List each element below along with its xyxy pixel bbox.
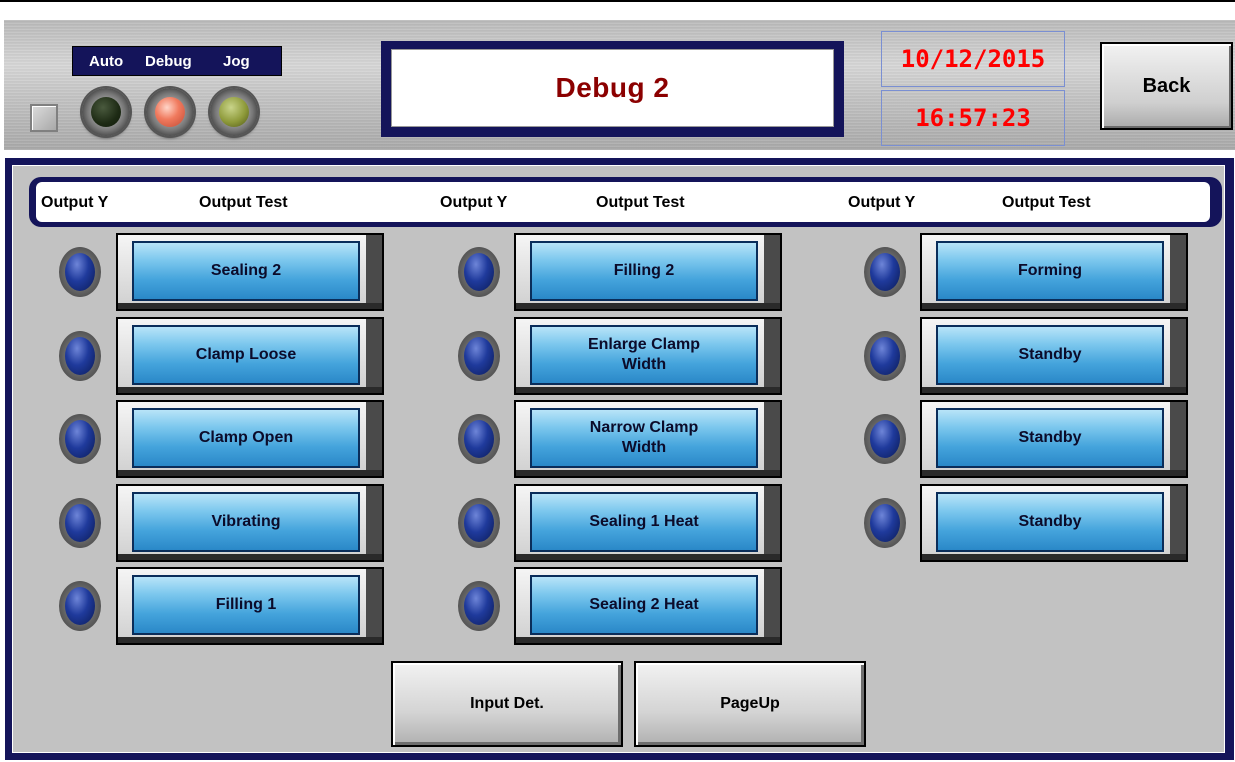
output-test-button-label: Forming (936, 241, 1164, 301)
output-test-button-label: Clamp Open (132, 408, 360, 468)
pageup-button[interactable]: PageUp (634, 661, 866, 747)
col2-output-y-header: Output Y (440, 194, 508, 211)
output-indicator-icon (59, 498, 101, 548)
output-test-button[interactable]: Standby (920, 317, 1188, 395)
screen-title-frame: Debug 2 (381, 41, 844, 137)
output-test-button[interactable]: Filling 2 (514, 233, 782, 311)
output-indicator-icon (59, 414, 101, 464)
output-test-button-label: Narrow Clamp Width (530, 408, 758, 468)
output-test-button[interactable]: Sealing 1 Heat (514, 484, 782, 562)
auto-lamp-icon (82, 88, 130, 136)
time-display: 16:57:23 (881, 90, 1065, 146)
output-test-button[interactable]: Standby (920, 484, 1188, 562)
output-test-button-label: Vibrating (132, 492, 360, 552)
screen-title-box: Debug 2 (391, 49, 834, 127)
output-test-button-label: Filling 1 (132, 575, 360, 635)
output-test-button-label: Sealing 2 (132, 241, 360, 301)
output-indicator-icon (458, 414, 500, 464)
output-indicator-icon (864, 247, 906, 297)
col1-output-y-header: Output Y (41, 194, 109, 211)
top-divider-line (0, 0, 1235, 2)
date-display: 10/12/2015 (881, 31, 1065, 87)
output-test-button-label: Filling 2 (530, 241, 758, 301)
output-test-button-label: Standby (936, 325, 1164, 385)
output-indicator-icon (59, 247, 101, 297)
mode-label-debug: Debug (145, 53, 192, 70)
output-indicator-icon (864, 414, 906, 464)
output-test-button-label: Standby (936, 492, 1164, 552)
column-header-bar: Output Y Output Test Output Y Output Tes… (36, 182, 1210, 222)
output-test-button-label: Standby (936, 408, 1164, 468)
col1-output-test-header: Output Test (199, 194, 288, 211)
output-test-button[interactable]: Sealing 2 (116, 233, 384, 311)
output-test-button[interactable]: Forming (920, 233, 1188, 311)
output-test-button-label: Clamp Loose (132, 325, 360, 385)
output-test-button-label: Sealing 2 Heat (530, 575, 758, 635)
output-test-button-label: Sealing 1 Heat (530, 492, 758, 552)
column-header-strip: Output Y Output Test Output Y Output Tes… (29, 177, 1222, 227)
output-test-button[interactable]: Vibrating (116, 484, 384, 562)
output-indicator-icon (458, 331, 500, 381)
output-indicator-icon (864, 331, 906, 381)
mode-label-auto: Auto (89, 53, 124, 70)
output-test-button[interactable]: Enlarge Clamp Width (514, 317, 782, 395)
output-indicator-icon (458, 581, 500, 631)
col2-output-test-header: Output Test (596, 194, 685, 211)
output-test-button-label: Enlarge Clamp Width (530, 325, 758, 385)
mode-label-jog: Jog (223, 53, 250, 70)
back-button[interactable]: Back (1100, 42, 1233, 130)
output-test-button[interactable]: Filling 1 (116, 567, 384, 645)
input-det-button[interactable]: Input Det. (391, 661, 623, 747)
output-test-button[interactable]: Sealing 2 Heat (514, 567, 782, 645)
mode-label-bar: Auto Debug Jog (72, 46, 282, 76)
output-test-button[interactable]: Clamp Loose (116, 317, 384, 395)
debug-lamp-icon (146, 88, 194, 136)
output-indicator-icon (59, 331, 101, 381)
output-test-button[interactable]: Narrow Clamp Width (514, 400, 782, 478)
output-indicator-icon (458, 498, 500, 548)
col3-output-test-header: Output Test (1002, 194, 1091, 211)
col3-output-y-header: Output Y (848, 194, 916, 211)
output-test-button[interactable]: Clamp Open (116, 400, 384, 478)
output-indicator-icon (59, 581, 101, 631)
output-indicator-icon (864, 498, 906, 548)
output-indicator-icon (458, 247, 500, 297)
screen-title: Debug 2 (555, 72, 670, 103)
header-bar: Auto Debug Jog Debug 2 10/12/2015 16:57:… (4, 20, 1235, 150)
status-square-indicator (30, 104, 58, 132)
output-test-button[interactable]: Standby (920, 400, 1188, 478)
jog-lamp-icon (210, 88, 258, 136)
